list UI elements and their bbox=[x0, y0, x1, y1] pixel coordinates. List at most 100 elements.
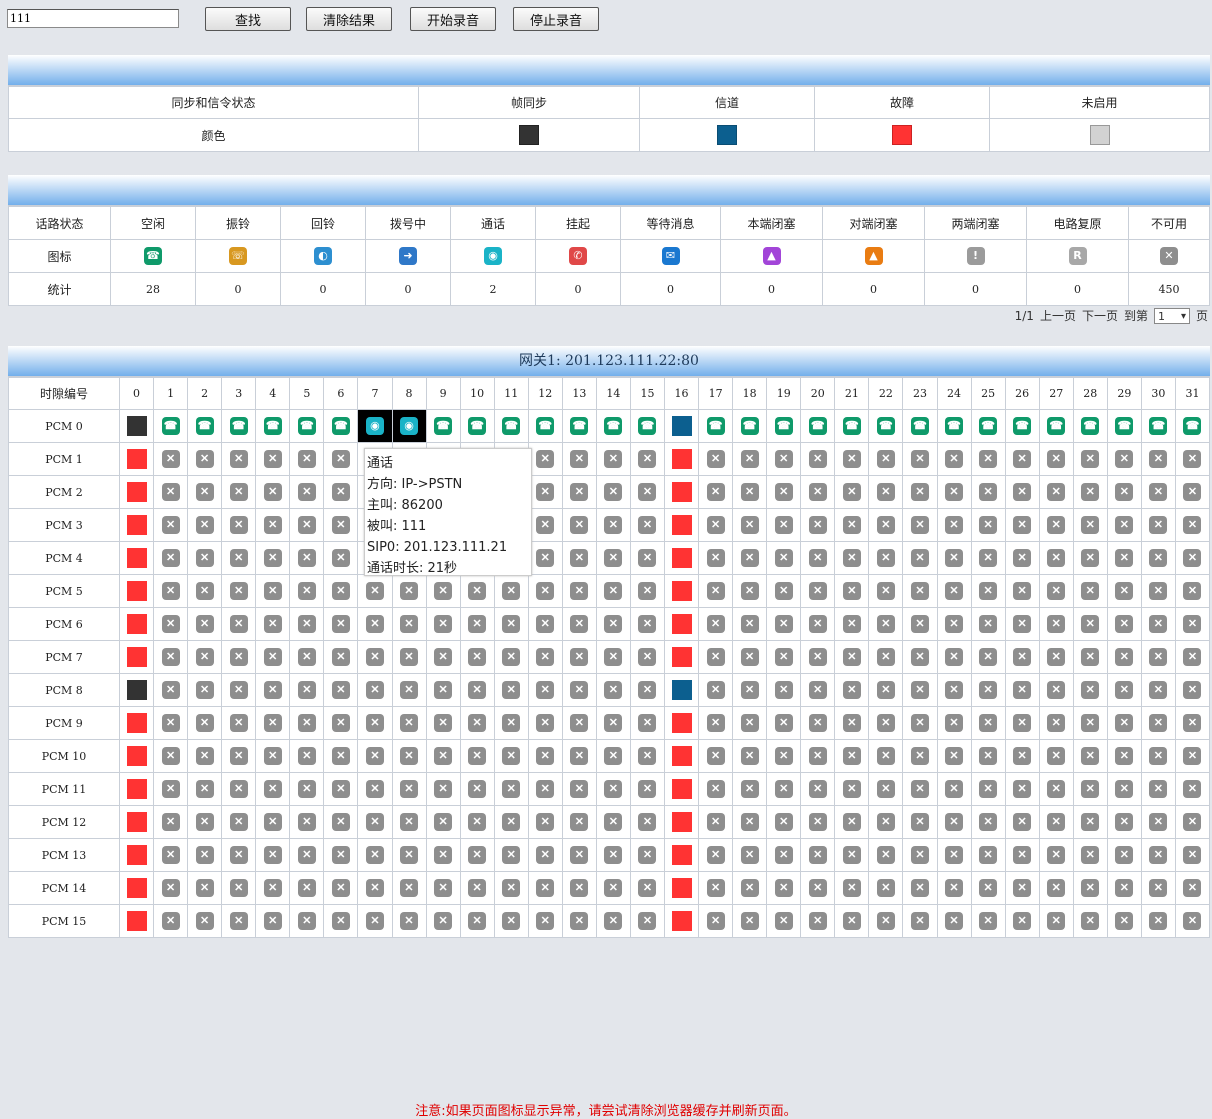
slot-cell[interactable]: ✕ bbox=[595, 871, 631, 905]
slot-cell[interactable]: ✕ bbox=[698, 772, 734, 806]
slot-cell[interactable]: ✕ bbox=[357, 673, 393, 707]
slot-cell[interactable]: ✕ bbox=[1072, 442, 1108, 476]
slot-cell[interactable]: ✕ bbox=[255, 607, 291, 641]
slot-cell[interactable]: ✕ bbox=[629, 871, 666, 905]
slot-cell[interactable]: ✕ bbox=[1072, 541, 1108, 575]
slot-cell[interactable]: ✕ bbox=[1140, 838, 1176, 872]
slot-cell[interactable]: ✕ bbox=[1174, 673, 1211, 707]
slot-cell[interactable]: ✕ bbox=[1174, 739, 1211, 773]
slot-cell[interactable]: ✕ bbox=[629, 838, 666, 872]
slot-cell[interactable]: ✕ bbox=[732, 475, 768, 509]
slot-cell[interactable]: ✕ bbox=[800, 739, 836, 773]
slot-cell[interactable]: ✕ bbox=[800, 640, 836, 674]
slot-cell[interactable]: ✕ bbox=[1140, 475, 1176, 509]
slot-cell[interactable]: ☎ bbox=[221, 409, 257, 443]
slot-cell[interactable]: ✕ bbox=[766, 739, 802, 773]
slot-cell[interactable]: ✕ bbox=[766, 541, 802, 575]
slot-cell[interactable]: ✕ bbox=[221, 442, 257, 476]
slot-cell[interactable]: ✕ bbox=[153, 772, 189, 806]
slot-cell[interactable]: ✕ bbox=[357, 772, 393, 806]
slot-cell[interactable]: ✕ bbox=[595, 772, 631, 806]
slot-cell[interactable]: ✕ bbox=[1038, 607, 1074, 641]
slot-cell[interactable]: ✕ bbox=[357, 607, 393, 641]
slot-cell[interactable]: ✕ bbox=[1072, 508, 1108, 542]
slot-cell[interactable]: ✕ bbox=[255, 475, 291, 509]
slot-cell[interactable]: ✕ bbox=[391, 871, 427, 905]
slot-cell[interactable]: ✕ bbox=[834, 805, 870, 839]
slot-cell[interactable]: ✕ bbox=[425, 739, 461, 773]
slot-cell[interactable]: ✕ bbox=[153, 739, 189, 773]
slot-cell[interactable]: ✕ bbox=[289, 508, 325, 542]
slot-cell[interactable]: ✕ bbox=[187, 673, 223, 707]
slot-cell[interactable]: ✕ bbox=[766, 574, 802, 608]
slot-cell[interactable]: ✕ bbox=[1106, 574, 1142, 608]
slot-cell[interactable]: ✕ bbox=[1072, 871, 1108, 905]
slot-cell[interactable]: ✕ bbox=[1038, 871, 1074, 905]
slot-cell[interactable]: ✕ bbox=[289, 475, 325, 509]
slot-cell[interactable]: ✕ bbox=[800, 508, 836, 542]
slot-cell[interactable]: ✕ bbox=[868, 574, 904, 608]
slot-cell[interactable]: ✕ bbox=[153, 475, 189, 509]
slot-cell[interactable]: ✕ bbox=[834, 871, 870, 905]
slot-cell[interactable]: ✕ bbox=[732, 607, 768, 641]
slot-cell[interactable]: ✕ bbox=[595, 541, 631, 575]
slot-cell[interactable]: ☎ bbox=[1072, 409, 1108, 443]
slot-cell[interactable]: ✕ bbox=[187, 640, 223, 674]
slot-cell[interactable]: ☎ bbox=[595, 409, 631, 443]
slot-cell[interactable]: ☎ bbox=[834, 409, 870, 443]
slot-cell[interactable]: ✕ bbox=[970, 673, 1006, 707]
find-button[interactable]: 查找 bbox=[205, 7, 291, 31]
slot-cell[interactable]: ✕ bbox=[1038, 772, 1074, 806]
slot-cell[interactable]: ✕ bbox=[255, 904, 291, 938]
slot-cell[interactable]: ✕ bbox=[493, 772, 529, 806]
slot-cell[interactable]: ✕ bbox=[595, 805, 631, 839]
slot-cell[interactable]: ✕ bbox=[970, 871, 1006, 905]
slot-cell[interactable]: ☎ bbox=[902, 409, 938, 443]
slot-cell[interactable]: ✕ bbox=[561, 706, 597, 740]
slot-cell[interactable]: ✕ bbox=[323, 772, 359, 806]
slot-cell[interactable]: ✕ bbox=[459, 574, 495, 608]
slot-cell[interactable]: ✕ bbox=[153, 442, 189, 476]
slot-cell[interactable]: ✕ bbox=[698, 871, 734, 905]
slot-cell[interactable]: ✕ bbox=[323, 871, 359, 905]
slot-cell[interactable]: ✕ bbox=[527, 871, 563, 905]
slot-cell[interactable]: ✕ bbox=[323, 805, 359, 839]
slot-cell[interactable]: ✕ bbox=[221, 508, 257, 542]
slot-cell[interactable]: ✕ bbox=[187, 772, 223, 806]
slot-cell[interactable]: ✕ bbox=[391, 574, 427, 608]
slot-cell[interactable]: ✕ bbox=[936, 640, 972, 674]
slot-cell[interactable]: ✕ bbox=[1140, 772, 1176, 806]
slot-cell[interactable]: ✕ bbox=[629, 640, 666, 674]
slot-cell[interactable]: ✕ bbox=[153, 640, 189, 674]
slot-cell[interactable]: ✕ bbox=[1140, 442, 1176, 476]
slot-cell[interactable]: ✕ bbox=[800, 871, 836, 905]
slot-cell[interactable]: ✕ bbox=[1174, 904, 1211, 938]
slot-cell[interactable]: ✕ bbox=[1174, 508, 1211, 542]
slot-cell[interactable]: ✕ bbox=[1038, 673, 1074, 707]
slot-cell[interactable]: ☎ bbox=[868, 409, 904, 443]
slot-cell[interactable]: ✕ bbox=[221, 772, 257, 806]
slot-cell[interactable]: ✕ bbox=[1004, 673, 1040, 707]
slot-cell[interactable]: ✕ bbox=[1004, 508, 1040, 542]
slot-cell[interactable]: ✕ bbox=[1106, 904, 1142, 938]
slot-cell[interactable]: ✕ bbox=[255, 838, 291, 872]
slot-cell[interactable]: ✕ bbox=[255, 541, 291, 575]
slot-cell[interactable]: ✕ bbox=[323, 838, 359, 872]
slot-cell[interactable]: ✕ bbox=[1106, 640, 1142, 674]
slot-cell[interactable]: ✕ bbox=[698, 541, 734, 575]
slot-cell[interactable]: ✕ bbox=[1174, 805, 1211, 839]
slot-cell[interactable]: ✕ bbox=[1174, 706, 1211, 740]
slot-cell[interactable]: ✕ bbox=[221, 904, 257, 938]
slot-cell[interactable]: ✕ bbox=[561, 475, 597, 509]
slot-cell[interactable]: ✕ bbox=[902, 904, 938, 938]
search-input[interactable] bbox=[7, 9, 179, 28]
slot-cell[interactable]: ✕ bbox=[561, 739, 597, 773]
slot-cell[interactable]: ✕ bbox=[1004, 541, 1040, 575]
slot-cell[interactable]: ✕ bbox=[766, 640, 802, 674]
slot-cell[interactable]: ✕ bbox=[868, 772, 904, 806]
slot-cell[interactable]: ✕ bbox=[527, 574, 563, 608]
slot-cell[interactable]: ✕ bbox=[732, 871, 768, 905]
slot-cell[interactable]: ✕ bbox=[1038, 541, 1074, 575]
slot-cell[interactable]: ✕ bbox=[800, 904, 836, 938]
slot-cell[interactable]: ✕ bbox=[561, 673, 597, 707]
